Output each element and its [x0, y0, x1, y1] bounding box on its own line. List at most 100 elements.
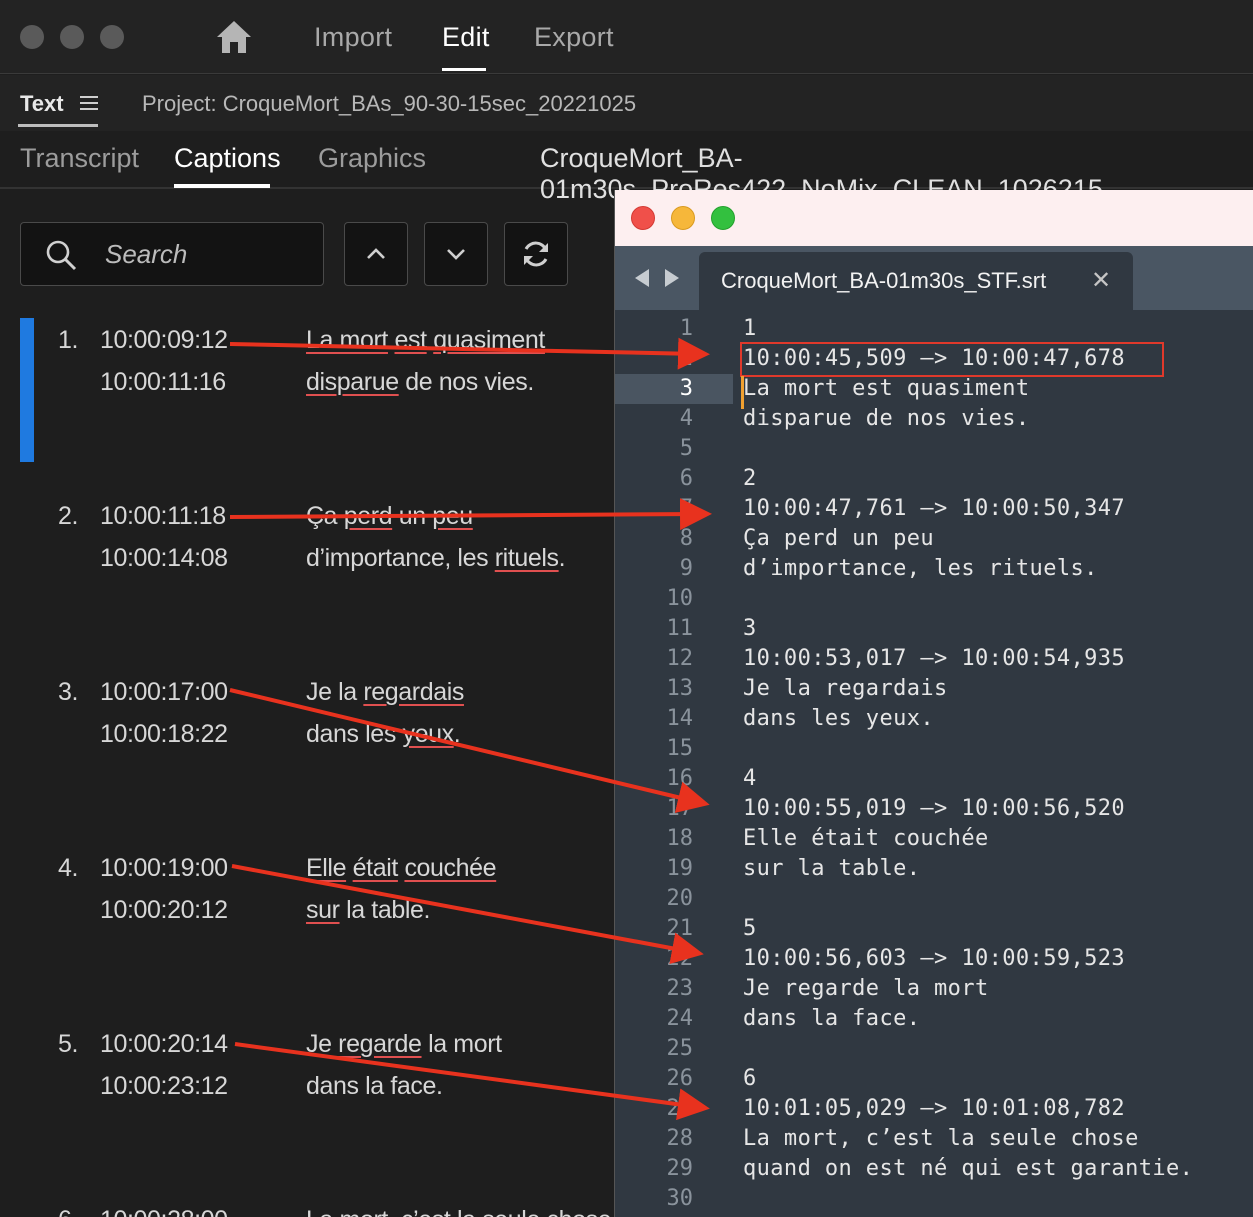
code-line[interactable]: Ça perd un peu	[743, 526, 934, 551]
caption-number[interactable]: 2.	[58, 502, 78, 531]
project-title: Project: CroqueMort_BAs_90-30-15sec_2022…	[142, 91, 637, 116]
caption-number[interactable]: 6.	[58, 1206, 78, 1217]
code-line[interactable]: sur la table.	[743, 856, 920, 881]
code-line[interactable]: 5	[743, 916, 757, 941]
app-header: Import Edit Export	[0, 0, 1253, 74]
caption-timecode-in[interactable]: 10:00:17:00	[100, 678, 228, 707]
tab-graphics[interactable]: Graphics	[318, 143, 426, 174]
caption-timecode-in[interactable]: 10:00:20:14	[100, 1030, 228, 1059]
search-box[interactable]	[20, 222, 324, 286]
editor-zoom-button[interactable]	[711, 206, 735, 230]
code-line[interactable]: 10:00:47,761 —> 10:00:50,347	[743, 496, 1125, 521]
window-close-button[interactable]	[20, 25, 44, 49]
editor-minimize-button[interactable]	[671, 206, 695, 230]
window-minimize-button[interactable]	[60, 25, 84, 49]
replace-button[interactable]	[504, 222, 568, 286]
caption-text-line[interactable]: dans la face.	[306, 1072, 443, 1101]
caption-timecode-in[interactable]: 10:00:28:00	[100, 1206, 228, 1217]
code-line[interactable]: dans la face.	[743, 1006, 920, 1031]
text-panel-tabs: Transcript Captions Graphics CroqueMort_…	[0, 131, 1253, 204]
caption-text-line[interactable]: La mort est quasiment	[306, 326, 545, 355]
caption-timecode-out[interactable]: 10:00:20:12	[100, 896, 228, 925]
code-line[interactable]: quand on est né qui est garantie.	[743, 1156, 1193, 1181]
editor-tab-bar: CroqueMort_BA-01m30s_STF.srt ✕	[615, 246, 1253, 310]
code-line[interactable]: 10:00:56,603 —> 10:00:59,523	[743, 946, 1125, 971]
close-icon[interactable]: ✕	[1091, 266, 1111, 295]
caption-text-line[interactable]: dans les yeux.	[306, 720, 461, 749]
tab-export[interactable]: Export	[534, 22, 614, 53]
line-number: 2	[679, 346, 693, 371]
caption-text-line[interactable]: d’importance, les rituels.	[306, 544, 566, 573]
menu-icon[interactable]	[80, 96, 98, 110]
caption-timecode-in[interactable]: 10:00:19:00	[100, 854, 228, 883]
text-cursor	[741, 376, 744, 409]
tab-import[interactable]: Import	[314, 22, 392, 53]
caption-text-line[interactable]: La mort, c’est la seule chose	[306, 1206, 612, 1217]
line-number: 25	[666, 1036, 694, 1061]
line-number: 5	[679, 436, 693, 461]
next-result-button[interactable]	[424, 222, 488, 286]
line-number: 19	[666, 856, 694, 881]
search-input[interactable]	[105, 235, 305, 273]
caption-timecode-out[interactable]: 10:00:23:12	[100, 1072, 228, 1101]
line-number: 7	[679, 496, 693, 521]
line-number: 24	[666, 1006, 694, 1031]
line-number: 30	[666, 1186, 694, 1211]
caption-number[interactable]: 1.	[58, 326, 78, 355]
code-line[interactable]: dans les yeux.	[743, 706, 934, 731]
caption-text-line[interactable]: Je regarde la mort	[306, 1030, 502, 1059]
caption-timecode-out[interactable]: 10:00:11:16	[100, 368, 226, 397]
code-line[interactable]: 1	[743, 316, 757, 341]
caption-timecode-in[interactable]: 10:00:11:18	[100, 502, 226, 531]
tab-edit[interactable]: Edit	[442, 22, 490, 53]
code-line[interactable]: 10:01:05,029 —> 10:01:08,782	[743, 1096, 1125, 1121]
line-number: 29	[666, 1156, 694, 1181]
line-number: 28	[666, 1126, 694, 1151]
text-editor-window: CroqueMort_BA-01m30s_STF.srt ✕ 1 1 2 10:00:…	[614, 190, 1253, 1217]
caption-text-line[interactable]: sur la table.	[306, 896, 430, 925]
search-icon	[46, 240, 77, 271]
tab-captions[interactable]: Captions	[174, 143, 281, 174]
line-number: 14	[666, 706, 694, 731]
code-line[interactable]: La mort, c’est la seule chose	[743, 1126, 1139, 1151]
caption-text-line[interactable]: disparue de nos vies.	[306, 368, 534, 397]
code-line[interactable]: La mort est quasiment	[743, 376, 1030, 401]
code-line[interactable]: Je regarde la mort	[743, 976, 989, 1001]
tab-transcript[interactable]: Transcript	[20, 143, 139, 174]
code-line[interactable]: 4	[743, 766, 757, 791]
caption-timecode-in[interactable]: 10:00:09:12	[100, 326, 228, 355]
line-number: 16	[666, 766, 694, 791]
code-line[interactable]: disparue de nos vies.	[743, 406, 1030, 431]
editor-close-button[interactable]	[631, 206, 655, 230]
line-number: 11	[666, 616, 694, 641]
home-icon[interactable]	[214, 18, 254, 56]
selected-caption-indicator	[20, 318, 34, 462]
code-line[interactable]: 10:00:55,019 —> 10:00:56,520	[743, 796, 1125, 821]
caption-timecode-out[interactable]: 10:00:14:08	[100, 544, 228, 573]
code-line[interactable]: d’importance, les rituels.	[743, 556, 1098, 581]
line-number: 9	[679, 556, 693, 581]
caption-text-line[interactable]: Je la regardais	[306, 678, 464, 707]
caption-timecode-out[interactable]: 10:00:18:22	[100, 720, 228, 749]
code-line[interactable]: 3	[743, 616, 757, 641]
caption-number[interactable]: 5.	[58, 1030, 78, 1059]
tab-navigation[interactable]	[635, 268, 679, 288]
selection-highlight	[740, 342, 1164, 377]
caption-number[interactable]: 4.	[58, 854, 78, 883]
line-number: 17	[666, 796, 694, 821]
code-line[interactable]: Elle était couchée	[743, 826, 989, 851]
code-line[interactable]: Je la regardais	[743, 676, 948, 701]
file-tab[interactable]: CroqueMort_BA-01m30s_STF.srt ✕	[699, 252, 1133, 310]
window-zoom-button[interactable]	[100, 25, 124, 49]
previous-result-button[interactable]	[344, 222, 408, 286]
code-line[interactable]: 10:00:53,017 —> 10:00:54,935	[743, 646, 1125, 671]
panel-tab-indicator	[18, 124, 98, 127]
code-line[interactable]: 2	[743, 466, 757, 491]
caption-text-line[interactable]: Ça perd un peu	[306, 502, 473, 531]
line-number: 4	[679, 406, 693, 431]
caption-text-line[interactable]: Elle était couchée	[306, 854, 497, 883]
chevron-down-icon	[447, 249, 465, 260]
caption-number[interactable]: 3.	[58, 678, 78, 707]
code-line[interactable]: 6	[743, 1066, 757, 1091]
panel-tab-text[interactable]: Text	[20, 91, 64, 117]
